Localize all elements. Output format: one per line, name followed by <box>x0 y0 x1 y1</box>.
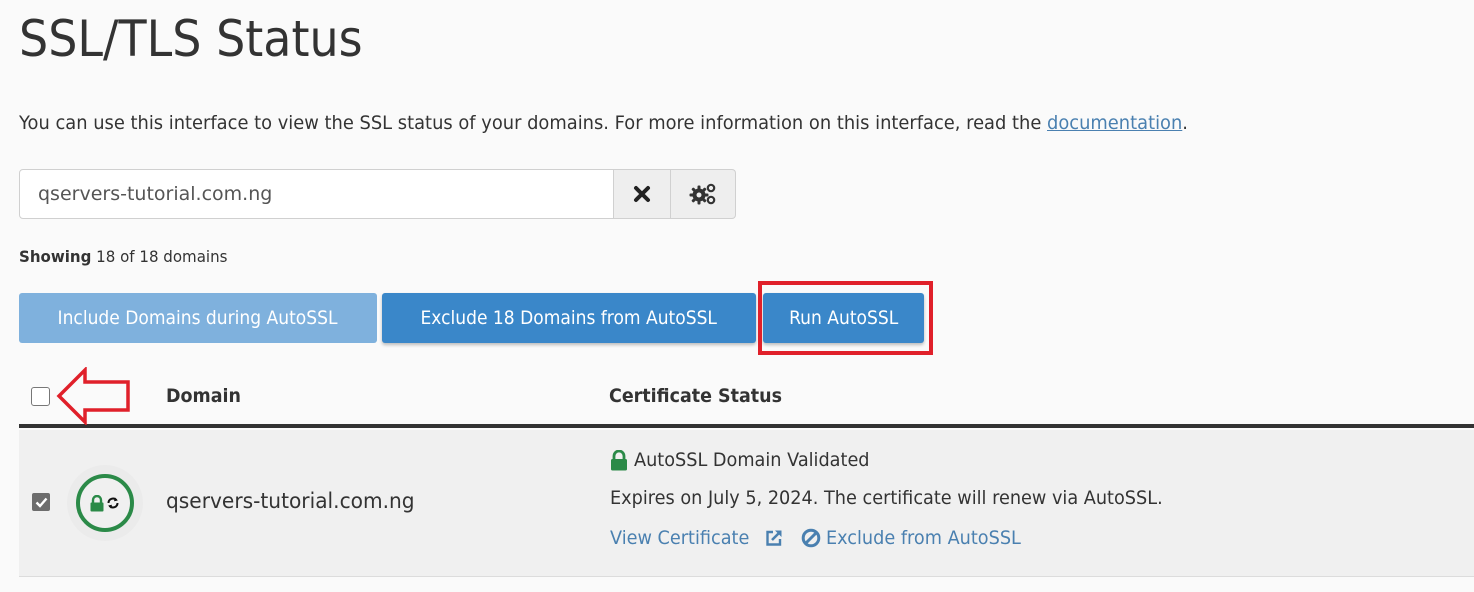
search-group <box>19 169 736 219</box>
gears-icon <box>689 183 716 205</box>
showing-text: 18 of 18 domains <box>91 247 228 266</box>
lock-icon <box>90 494 104 511</box>
showing-label: Showing <box>19 247 92 266</box>
exclude-from-autossl-link[interactable]: Exclude from AutoSSL <box>801 527 1036 549</box>
row-domain-name: qservers-tutorial.com.ng <box>166 489 415 513</box>
search-input[interactable] <box>19 169 614 219</box>
exclude-domains-button[interactable]: Exclude 18 Domains from AutoSSL <box>382 293 756 343</box>
exclude-domains-label: Exclude 18 Domains from AutoSSL <box>420 307 718 329</box>
certificate-status-text: AutoSSL Domain Validated <box>634 449 870 471</box>
ban-icon <box>801 528 821 548</box>
include-domains-button[interactable]: Include Domains during AutoSSL <box>19 293 377 343</box>
exclude-from-autossl-label: Exclude from AutoSSL <box>825 527 1021 549</box>
search-settings-button[interactable] <box>671 169 736 219</box>
view-certificate-link[interactable]: View Certificate <box>610 527 783 549</box>
view-certificate-label: View Certificate <box>610 527 750 549</box>
column-header-domain[interactable]: Domain <box>166 385 241 407</box>
external-link-icon <box>766 530 782 546</box>
sync-icon <box>107 497 119 509</box>
showing-count: Showing 18 of 18 domains <box>19 247 227 266</box>
certificate-status-title: AutoSSL Domain Validated <box>610 449 887 471</box>
column-header-certificate-status[interactable]: Certificate Status <box>609 385 782 407</box>
intro-end: . <box>1182 112 1188 134</box>
table-row: qservers-tutorial.com.ng AutoSSL Domain … <box>19 430 1474 577</box>
intro-text: You can use this interface to view the S… <box>19 112 1188 134</box>
select-all-checkbox[interactable] <box>31 387 50 406</box>
row-checkbox[interactable] <box>32 493 50 511</box>
clear-search-button[interactable] <box>614 169 671 219</box>
lock-icon <box>611 449 627 470</box>
checkmark-icon <box>35 497 47 508</box>
close-icon <box>634 186 650 202</box>
page-title: SSL/TLS Status <box>19 10 363 68</box>
annotation-highlight-box <box>758 281 933 355</box>
status-badge <box>67 465 143 541</box>
documentation-link[interactable]: documentation <box>1047 112 1182 134</box>
table-header: Domain Certificate Status <box>19 370 1474 428</box>
include-domains-label: Include Domains during AutoSSL <box>58 307 338 329</box>
certificate-expiry: Expires on July 5, 2024. The certificate… <box>610 487 1163 509</box>
certificate-actions: View Certificate Exclude from AutoSSL <box>610 527 1035 549</box>
annotation-arrow-icon <box>56 367 130 425</box>
intro-body: You can use this interface to view the S… <box>19 112 1048 134</box>
